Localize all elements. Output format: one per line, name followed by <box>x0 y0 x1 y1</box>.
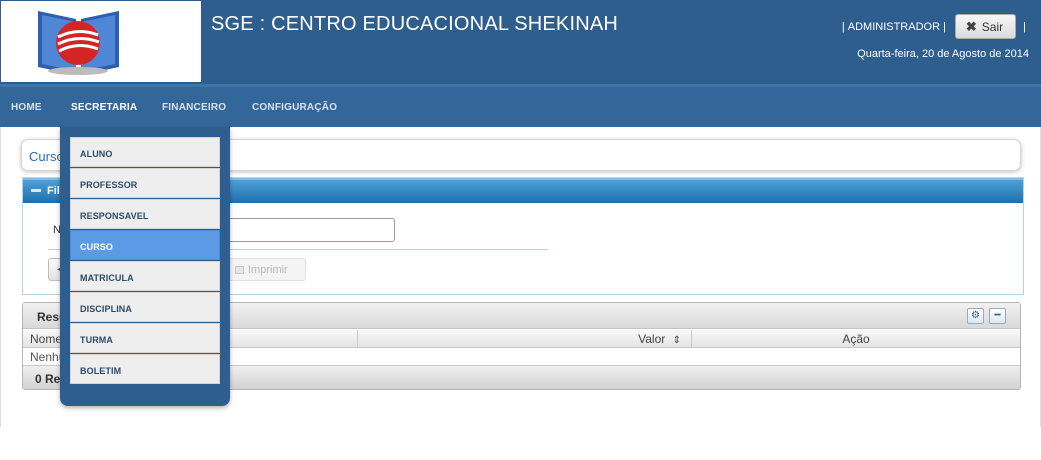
logo-icon <box>38 11 119 75</box>
sair-button[interactable]: ✖ Sair <box>954 14 1017 39</box>
nav-item-configuracao[interactable]: CONFIGURAÇÃO <box>252 102 337 113</box>
menu-item-boletim[interactable]: BOLETIM <box>70 354 220 384</box>
secretaria-dropdown: ALUNO PROFESSOR RESPONSAVEL CURSO MATRIC… <box>60 127 230 406</box>
nav-item-secretaria[interactable]: SECRETARIA <box>71 102 137 113</box>
printer-icon <box>235 265 244 274</box>
separator: | <box>943 20 946 33</box>
collapse-icon[interactable] <box>31 189 41 192</box>
separator: | <box>1023 20 1026 33</box>
menu-item-aluno[interactable]: ALUNO <box>70 137 220 167</box>
main-nav: HOME SECRETARIA FINANCEIRO CONFIGURAÇÃO <box>0 84 1041 127</box>
sair-label: Sair <box>981 19 1004 34</box>
imprimir-label: Imprimir <box>248 263 288 276</box>
close-icon: ✖ <box>965 18 977 34</box>
app-title: SGE : CENTRO EDUCACIONAL SHEKINAH <box>211 13 619 35</box>
nav-item-financeiro[interactable]: FINANCEIRO <box>162 102 226 113</box>
menu-item-matricula[interactable]: MATRICULA <box>70 261 220 291</box>
separator: | <box>841 20 845 33</box>
imprimir-button[interactable]: Imprimir <box>226 258 306 281</box>
menu-item-disciplina[interactable]: DISCIPLINA <box>70 292 220 322</box>
menu-item-responsavel[interactable]: RESPONSAVEL <box>70 199 220 229</box>
nav-item-home[interactable]: HOME <box>11 102 42 113</box>
minimize-icon[interactable]: ━ <box>989 308 1006 324</box>
menu-item-professor[interactable]: PROFESSOR <box>70 168 220 198</box>
user-link[interactable]: ADMINISTRADOR <box>848 21 940 33</box>
logo-area <box>1 1 201 82</box>
column-valor[interactable]: Valor ⇕ <box>358 330 692 348</box>
page-title: Curso <box>29 149 64 164</box>
sort-icon[interactable]: ⇕ <box>673 335 681 346</box>
column-valor-label: Valor <box>638 332 666 346</box>
user-area: | ADMINISTRADOR | ✖ Sair | <box>839 14 1029 39</box>
app-header: SGE : CENTRO EDUCACIONAL SHEKINAH | ADMI… <box>0 0 1041 84</box>
gear-icon[interactable]: ⚙ <box>967 308 984 324</box>
menu-item-turma[interactable]: TURMA <box>70 323 220 353</box>
column-acao: Ação <box>842 332 870 346</box>
menu-item-curso[interactable]: CURSO <box>70 230 220 260</box>
current-date: Quarta-feira, 20 de Agosto de 2014 <box>857 48 1029 60</box>
